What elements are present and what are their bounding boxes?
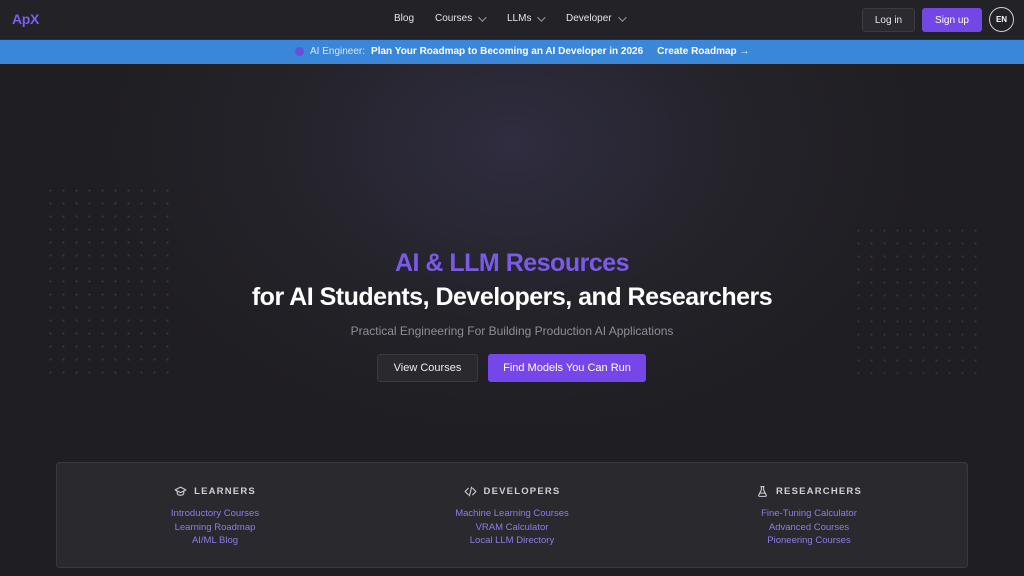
column-link[interactable]: Introductory Courses <box>95 507 335 521</box>
hero-subtitle: Practical Engineering For Building Produ… <box>350 324 674 338</box>
hero-title-accent: AI & LLM Resources <box>394 249 630 277</box>
banner-content: AI Engineer: Plan Your Roadmap to Becomi… <box>295 46 749 57</box>
column-heading: RESEARCHERS <box>689 485 929 498</box>
column-link[interactable]: Machine Learning Courses <box>392 507 632 521</box>
view-courses-button[interactable]: View Courses <box>377 354 478 382</box>
create-roadmap-link[interactable]: Create Roadmap → <box>657 46 749 57</box>
graduation-cap-icon <box>174 486 187 496</box>
nav-link-label: Developer <box>566 13 612 24</box>
top-nav: ApX Blog Courses LLMs Developer Log in S… <box>0 0 1024 40</box>
column-link[interactable]: Fine-Tuning Calculator <box>689 507 929 521</box>
chevron-down-icon <box>617 12 627 22</box>
chevron-down-icon <box>478 12 487 22</box>
language-selector[interactable]: EN <box>989 7 1014 32</box>
column-title: RESEARCHERS <box>775 486 863 497</box>
nav-link-llms[interactable]: LLMs <box>507 12 547 24</box>
nav-link-label: Courses <box>435 13 473 24</box>
learners-column: LEARNERS Introductory Courses Learning R… <box>95 485 335 548</box>
code-icon <box>464 486 476 497</box>
promo-banner[interactable]: AI Engineer: Plan Your Roadmap to Becomi… <box>0 40 1024 64</box>
column-title: LEARNERS <box>194 486 256 497</box>
hero-title: for AI Students, Developers, and Researc… <box>251 283 773 311</box>
hero-section: AI & LLM Resources for AI Students, Deve… <box>0 64 1024 576</box>
column-heading: DEVELOPERS <box>392 485 632 498</box>
login-button[interactable]: Log in <box>862 8 915 32</box>
researchers-column: RESEARCHERS Fine-Tuning Calculator Advan… <box>689 485 929 548</box>
column-link[interactable]: AI/ML Blog <box>95 534 335 548</box>
nav-link-courses[interactable]: Courses <box>435 12 487 24</box>
banner-message: Plan Your Roadmap to Becoming an AI Deve… <box>371 46 644 57</box>
chevron-down-icon <box>537 12 547 22</box>
sparkle-icon <box>295 47 304 56</box>
nav-link-developer[interactable]: Developer <box>566 12 627 24</box>
find-models-button[interactable]: Find Models You Can Run <box>488 354 646 382</box>
nav-link-blog[interactable]: Blog <box>394 13 414 24</box>
column-heading: LEARNERS <box>95 485 335 498</box>
column-title: DEVELOPERS <box>483 486 561 497</box>
column-link[interactable]: Pioneering Courses <box>689 534 929 548</box>
column-link[interactable]: Local LLM Directory <box>392 534 632 548</box>
flask-icon <box>758 486 767 497</box>
signup-button[interactable]: Sign up <box>922 8 982 32</box>
column-link[interactable]: Learning Roadmap <box>95 521 335 535</box>
column-link[interactable]: VRAM Calculator <box>392 521 632 535</box>
audience-card: LEARNERS Introductory Courses Learning R… <box>56 462 968 568</box>
column-link[interactable]: Advanced Courses <box>689 521 929 535</box>
banner-tag: AI Engineer: <box>310 46 366 57</box>
developers-column: DEVELOPERS Machine Learning Courses VRAM… <box>392 485 632 548</box>
nav-link-label: Blog <box>394 13 415 24</box>
nav-link-label: LLMs <box>507 13 532 24</box>
